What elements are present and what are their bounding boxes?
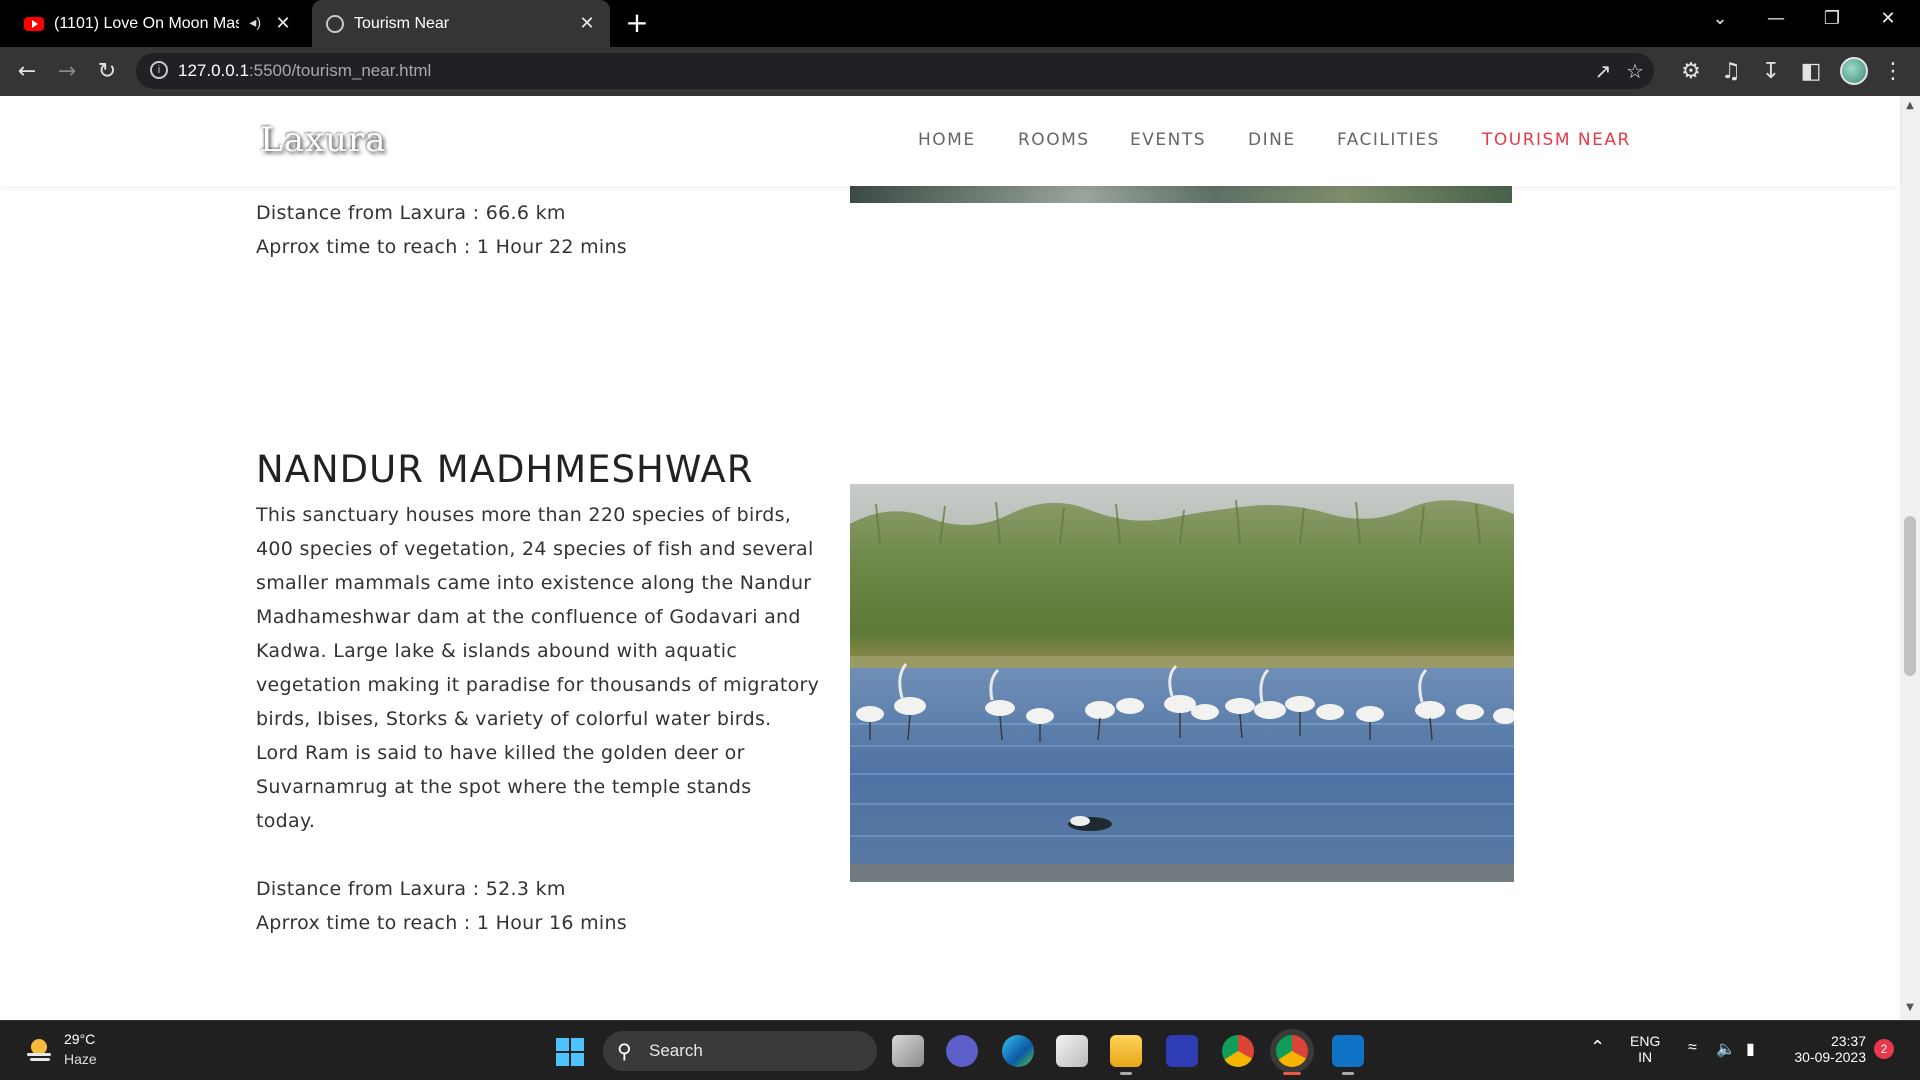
description-line: vegetation making it paradise for thousa… xyxy=(256,674,820,696)
description-line: birds, Ibises, Storks & variety of color… xyxy=(256,708,772,730)
windows-taskbar: 29°C Haze ⚲ Search ⌃ ENG IN ≈ 🔈 ▮ 23:37 … xyxy=(0,1020,1920,1080)
scroll-down-arrow[interactable]: ▼ xyxy=(1900,1002,1920,1016)
language-region: IN xyxy=(1638,1049,1653,1065)
place-title: NANDUR MADHMESHWAR xyxy=(256,448,754,491)
app-active-indicator xyxy=(1283,1072,1301,1075)
teams-chat-icon[interactable] xyxy=(946,1035,978,1067)
weather-temperature[interactable]: 29°C xyxy=(64,1031,95,1047)
back-button[interactable]: ← xyxy=(12,57,42,87)
nav-home[interactable]: HOME xyxy=(918,130,976,150)
description-line: Madhameshwar dam at the confluence of Go… xyxy=(256,606,801,628)
description-line: smaller mammals came into existence alon… xyxy=(256,572,812,594)
search-label: Search xyxy=(649,1041,703,1060)
wifi-icon[interactable]: ≈ xyxy=(1688,1039,1697,1057)
youtube-icon xyxy=(24,16,44,31)
previous-place-distance: Distance from Laxura : 66.6 km xyxy=(256,202,566,224)
show-hidden-icons[interactable]: ⌃ xyxy=(1590,1037,1605,1058)
weather-haze-icon[interactable] xyxy=(24,1035,54,1065)
description-line: 400 species of vegetation, 24 species of… xyxy=(256,538,814,560)
nav-events[interactable]: EVENTS xyxy=(1130,130,1206,150)
app-icon[interactable] xyxy=(1166,1035,1198,1067)
close-tab-icon[interactable]: ✕ xyxy=(272,12,294,34)
task-view-icon[interactable] xyxy=(892,1035,924,1067)
nav-facilities[interactable]: FACILITIES xyxy=(1337,130,1440,150)
media-control-icon[interactable]: ♫ xyxy=(1716,57,1746,87)
notification-badge[interactable]: 2 xyxy=(1874,1039,1894,1059)
address-bar[interactable]: i 127.0.0.1:5500/tourism_near.html ↗ ☆ xyxy=(136,53,1654,89)
bookmark-star-icon[interactable]: ☆ xyxy=(1622,58,1648,84)
volume-icon[interactable]: 🔈 xyxy=(1716,1039,1736,1059)
description-line: Kadwa. Large lake & islands abound with … xyxy=(256,640,738,662)
tab-title: (1101) Love On Moon Mash xyxy=(54,14,239,32)
new-tab-button[interactable]: + xyxy=(622,8,652,38)
place-photo xyxy=(850,484,1514,882)
page-viewport: Laxura HOME ROOMS EVENTS DINE FACILITIES… xyxy=(0,96,1920,1020)
taskbar-search[interactable]: ⚲ Search xyxy=(603,1031,877,1071)
reload-button[interactable]: ↻ xyxy=(92,57,122,87)
search-icon: ⚲ xyxy=(617,1039,632,1063)
speaker-icon[interactable]: ◂) xyxy=(249,14,261,31)
close-tab-icon[interactable]: ✕ xyxy=(576,12,598,34)
description-line: This sanctuary houses more than 220 spec… xyxy=(256,504,792,526)
url-text[interactable]: 127.0.0.1:5500/tourism_near.html xyxy=(178,61,431,81)
site-header: Laxura HOME ROOMS EVENTS DINE FACILITIES… xyxy=(0,96,1900,186)
windows-start-icon[interactable] xyxy=(556,1038,584,1066)
extensions-icon[interactable]: ⚙ xyxy=(1676,57,1706,87)
browser-toolbar: ← → ↻ i 127.0.0.1:5500/tourism_near.html… xyxy=(0,47,1920,96)
clock[interactable]: 23:37 30-09-2023 xyxy=(1784,1033,1866,1065)
bird-sanctuary-image xyxy=(850,484,1514,882)
scroll-up-arrow[interactable]: ▲ xyxy=(1900,100,1920,114)
description-line: Lord Ram is said to have killed the gold… xyxy=(256,742,745,764)
download-icon[interactable]: ↧ xyxy=(1756,57,1786,87)
clock-time: 23:37 xyxy=(1830,1033,1866,1049)
browser-tab-bar: (1101) Love On Moon Mash ◂) ✕ Tourism Ne… xyxy=(0,0,1920,47)
place-description: This sanctuary houses more than 220 spec… xyxy=(256,498,836,838)
edge-icon[interactable] xyxy=(1002,1035,1034,1067)
app-running-indicator xyxy=(1120,1072,1132,1075)
profile-avatar[interactable] xyxy=(1840,57,1868,85)
nav-tourism-near[interactable]: TOURISM NEAR xyxy=(1482,130,1631,150)
battery-icon[interactable]: ▮ xyxy=(1746,1039,1755,1059)
tab-search-icon[interactable]: ⌄ xyxy=(1690,0,1750,40)
place-distance: Distance from Laxura : 52.3 km xyxy=(256,878,566,900)
close-window-button[interactable]: ✕ xyxy=(1858,0,1918,40)
site-info-icon[interactable]: i xyxy=(150,61,168,79)
language-code: ENG xyxy=(1630,1033,1661,1049)
tab-tourism-near[interactable]: Tourism Near ✕ xyxy=(312,0,610,47)
globe-icon xyxy=(326,14,344,33)
clock-date: 30-09-2023 xyxy=(1794,1049,1866,1065)
chrome-icon[interactable] xyxy=(1222,1035,1254,1067)
minimize-button[interactable]: — xyxy=(1746,0,1806,40)
tab-title: Tourism Near xyxy=(354,14,450,32)
description-line: Suvarnamrug at the spot where the temple… xyxy=(256,776,752,798)
menu-icon[interactable]: ⋮ xyxy=(1878,57,1908,87)
description-line: today. xyxy=(256,810,316,832)
microsoft-store-icon[interactable] xyxy=(1056,1035,1088,1067)
share-icon[interactable]: ↗ xyxy=(1590,58,1616,84)
restore-button[interactable]: ❐ xyxy=(1802,0,1862,40)
weather-description[interactable]: Haze xyxy=(64,1051,97,1067)
language-indicator[interactable]: ENG IN xyxy=(1630,1033,1660,1065)
forward-button[interactable]: → xyxy=(52,57,82,87)
page-scrollbar[interactable]: ▲ ▼ xyxy=(1900,96,1920,1020)
scroll-thumb[interactable] xyxy=(1904,516,1916,676)
side-panel-icon[interactable]: ◧ xyxy=(1796,57,1826,87)
tab-youtube[interactable]: (1101) Love On Moon Mash ◂) ✕ xyxy=(0,0,306,47)
file-explorer-icon[interactable] xyxy=(1110,1035,1142,1075)
app-running-indicator xyxy=(1342,1072,1354,1075)
place-time: Aprrox time to reach : 1 Hour 16 mins xyxy=(256,912,628,934)
site-logo[interactable]: Laxura xyxy=(260,120,386,160)
vscode-icon[interactable] xyxy=(1332,1035,1364,1075)
nav-dine[interactable]: DINE xyxy=(1248,130,1296,150)
nav-rooms[interactable]: ROOMS xyxy=(1018,130,1090,150)
chrome-profile-icon[interactable] xyxy=(1276,1035,1308,1075)
previous-place-time: Aprrox time to reach : 1 Hour 22 mins xyxy=(256,236,628,258)
